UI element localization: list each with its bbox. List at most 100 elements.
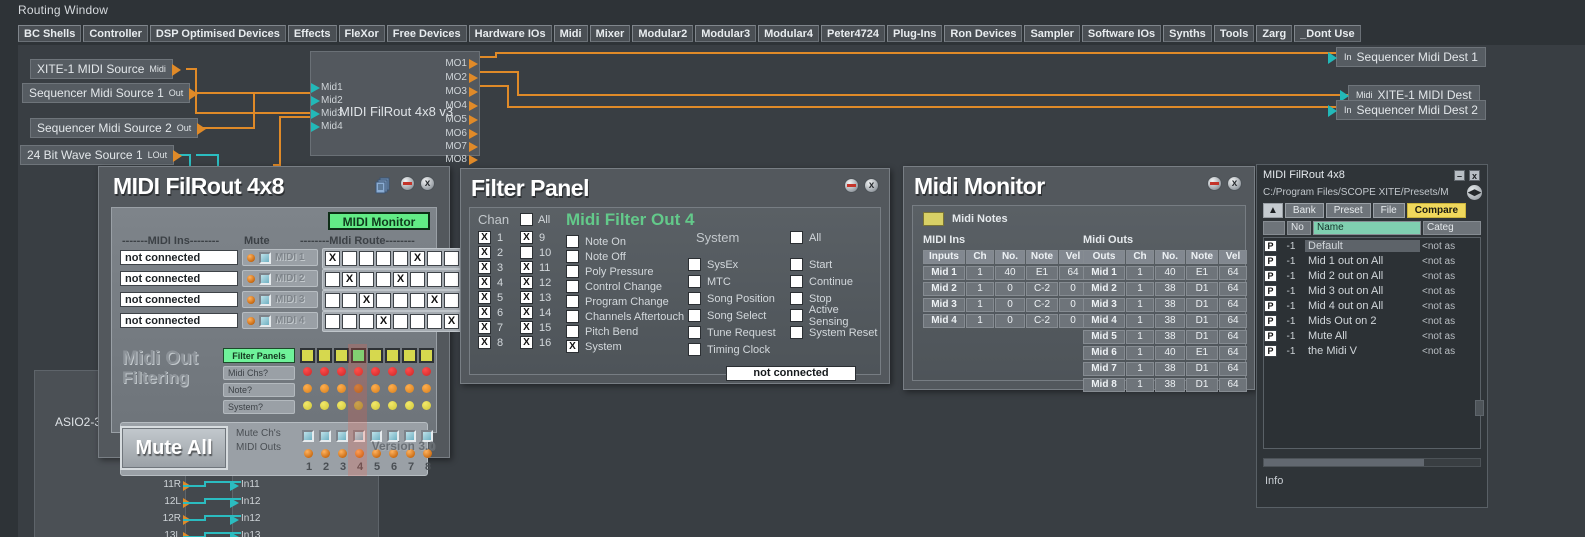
tab-synths[interactable]: Synths xyxy=(1163,25,1212,42)
checkbox[interactable] xyxy=(566,250,579,263)
midi-monitor-toggle-button[interactable]: MIDI Monitor xyxy=(328,212,430,230)
output-port-triangle-icon[interactable] xyxy=(173,150,183,162)
route-cell-1-6[interactable]: X xyxy=(410,251,425,266)
checkbox[interactable]: X xyxy=(478,276,491,289)
route-cell-1-4[interactable] xyxy=(376,251,391,266)
mute-toggle-2[interactable] xyxy=(259,272,271,285)
channel-checkbox-10[interactable]: 10 xyxy=(520,245,551,260)
device-output-mo3[interactable]: MO3 xyxy=(445,86,478,97)
checkbox[interactable] xyxy=(790,258,803,271)
device-output-mo4[interactable]: MO4 xyxy=(445,100,478,111)
checkbox[interactable]: X xyxy=(478,291,491,304)
tab-modular3[interactable]: Modular3 xyxy=(695,25,757,42)
route-cell-2-8[interactable] xyxy=(444,272,459,287)
asio-in-left[interactable]: 11R xyxy=(147,479,191,491)
output-port-triangle-icon[interactable] xyxy=(189,88,199,100)
route-cell-3-8[interactable] xyxy=(444,293,459,308)
system-filter-system-reset[interactable]: System Reset xyxy=(790,324,880,341)
filter-led-2-4[interactable] xyxy=(354,384,363,393)
system-filter-timing-clock[interactable]: Timing Clock xyxy=(688,341,776,358)
channel-checkbox-3[interactable]: X3 xyxy=(478,260,503,275)
filter-led-3-1[interactable] xyxy=(303,401,312,410)
route-cell-4-3[interactable] xyxy=(359,314,374,329)
filter-led-2-5[interactable] xyxy=(371,384,380,393)
route-cell-3-3[interactable]: X xyxy=(359,293,374,308)
checkbox[interactable] xyxy=(688,326,701,339)
preset-flag-button[interactable]: P xyxy=(1264,270,1277,282)
preset-flag-button[interactable]: P xyxy=(1264,300,1277,312)
route-cell-3-1[interactable] xyxy=(325,293,340,308)
preset-flag-button[interactable]: P xyxy=(1264,255,1277,267)
filter-panel-button-6[interactable] xyxy=(385,348,400,363)
bank-button[interactable]: Bank xyxy=(1284,203,1324,218)
channel-checkbox-16[interactable]: X 16 xyxy=(520,335,551,350)
route-cell-3-2[interactable] xyxy=(342,293,357,308)
checkbox[interactable]: X xyxy=(520,291,533,304)
message-filter-pitch-bend[interactable]: Pitch Bend xyxy=(566,324,684,339)
checkbox[interactable]: X xyxy=(520,231,533,244)
filter-panel-button-4[interactable] xyxy=(351,348,366,363)
asio-in-right[interactable]: In12 xyxy=(230,513,260,525)
preset-name[interactable]: Mids Out on 2 xyxy=(1305,315,1420,327)
channel-checkbox-13[interactable]: X 13 xyxy=(520,290,551,305)
mute-all-button[interactable]: Mute All xyxy=(120,426,228,470)
checkbox[interactable]: X xyxy=(478,261,491,274)
checkbox[interactable]: X xyxy=(478,306,491,319)
filter-panels-button[interactable]: Filter Panels xyxy=(223,348,295,363)
compare-button[interactable]: Compare xyxy=(1406,203,1467,218)
channel-checkbox-11[interactable]: X 11 xyxy=(520,260,551,275)
column-name[interactable]: Name xyxy=(1313,221,1421,235)
system-filter-active-sensing[interactable]: Active Sensing xyxy=(790,304,880,328)
system-filter-mtc[interactable]: MTC xyxy=(688,273,776,290)
filter-led-1-3[interactable] xyxy=(337,367,346,376)
tab-controller[interactable]: Controller xyxy=(83,25,148,42)
asio-in-left[interactable]: 12R xyxy=(147,513,191,525)
message-filter-channels-aftertouch[interactable]: Channels Aftertouch xyxy=(566,309,684,324)
message-filter-poly-pressure[interactable]: Poly Pressure xyxy=(566,264,684,279)
filter-led-1-1[interactable] xyxy=(303,367,312,376)
copy-pages-icon[interactable] xyxy=(375,177,392,194)
checkbox[interactable]: X xyxy=(520,306,533,319)
minimize-button[interactable] xyxy=(844,178,859,193)
tab-modular4[interactable]: Modular4 xyxy=(758,25,820,42)
device-output-mo6[interactable]: MO6 xyxy=(445,128,478,139)
checkbox[interactable] xyxy=(566,235,579,248)
channel-checkbox-9[interactable]: X9 xyxy=(520,230,551,245)
checkbox[interactable]: X xyxy=(566,340,579,353)
route-cell-2-1[interactable] xyxy=(325,272,340,287)
tab-effects[interactable]: Effects xyxy=(287,25,337,42)
route-cell-2-6[interactable] xyxy=(410,272,425,287)
output-port-triangle-icon[interactable] xyxy=(197,123,207,135)
path-nav-icon[interactable]: ◀▶ xyxy=(1467,185,1482,200)
filter-led-3-2[interactable] xyxy=(320,401,329,410)
filter-led-1-4[interactable] xyxy=(354,367,363,376)
preset-row[interactable]: P -1 Mid 2 out on All <not as xyxy=(1264,269,1480,283)
filter-led-3-7[interactable] xyxy=(405,401,414,410)
route-cell-4-6[interactable] xyxy=(410,314,425,329)
preset-name[interactable]: Mid 4 out on All xyxy=(1305,300,1420,312)
message-filter-control-change[interactable]: Control Change xyxy=(566,279,684,294)
mute-toggle-4[interactable] xyxy=(259,314,271,327)
preset-row[interactable]: P -1 Mid 4 out on All <not as xyxy=(1264,299,1480,313)
tab-hardware-ios[interactable]: Hardware IOs xyxy=(468,25,552,42)
tab-peter4724[interactable]: Peter4724 xyxy=(821,25,886,42)
channel-checkbox-7[interactable]: X7 xyxy=(478,320,503,335)
preset-flag-button[interactable]: P xyxy=(1264,240,1277,252)
mute-out-toggle-4[interactable] xyxy=(353,430,365,442)
route-cell-2-2[interactable]: X xyxy=(342,272,357,287)
system-filter-tune-request[interactable]: Tune Request xyxy=(688,324,776,341)
asio-in-left[interactable]: 12L xyxy=(147,496,191,508)
mute-out-toggle-2[interactable] xyxy=(319,430,331,442)
route-cell-3-6[interactable] xyxy=(410,293,425,308)
asio-in-right[interactable]: In11 xyxy=(230,479,260,491)
filter-led-2-3[interactable] xyxy=(337,384,346,393)
filter-led-2-1[interactable] xyxy=(303,384,312,393)
mute-out-toggle-3[interactable] xyxy=(336,430,348,442)
close-button[interactable]: x xyxy=(420,176,435,191)
tab-tools[interactable]: Tools xyxy=(1213,25,1255,42)
column-category[interactable]: Categ xyxy=(1423,221,1481,235)
preset-name[interactable]: Default xyxy=(1305,240,1420,252)
checkbox[interactable] xyxy=(688,275,701,288)
preset-row[interactable]: P -1 Default <not as xyxy=(1264,239,1480,253)
connection-status-field[interactable]: not connected xyxy=(726,366,856,381)
